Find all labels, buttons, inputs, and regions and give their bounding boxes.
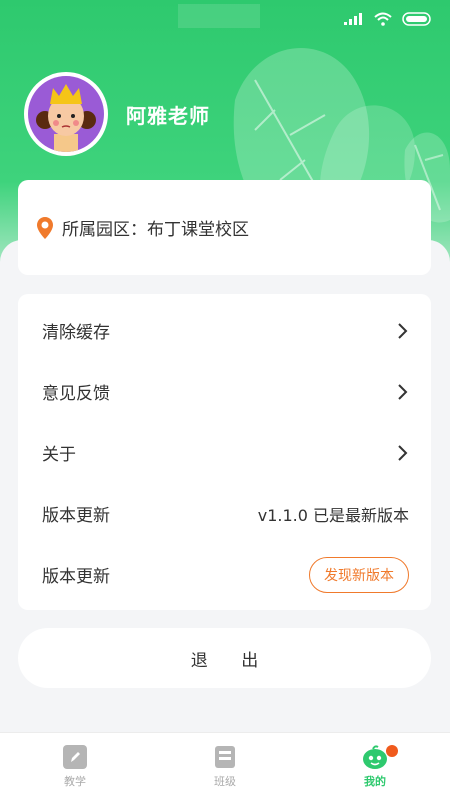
tab-label: 我的 — [364, 774, 386, 788]
menu-item-label: 关于 — [42, 445, 76, 465]
status-bar — [344, 8, 432, 30]
location-pin-icon — [37, 216, 53, 239]
pencil-icon — [63, 744, 87, 769]
bottom-tab-bar: 教学 班级 我的 — [0, 732, 450, 800]
menu-item-clear-cache[interactable]: 清除缓存 — [18, 300, 431, 361]
menu-item-version: 版本更新 v1.1.0 已是最新版本 — [18, 483, 431, 544]
menu-item-label: 版本更新 — [42, 506, 110, 526]
signal-icon — [344, 13, 362, 25]
battery-icon — [402, 12, 431, 26]
menu-item-version-update: 版本更新 发现新版本 — [18, 544, 431, 605]
tab-label: 教学 — [64, 774, 86, 788]
menu-item-label: 意见反馈 — [42, 384, 110, 404]
teacher-name: 阿雅老师 — [126, 104, 210, 128]
version-status: v1.1.0 已是最新版本 — [257, 505, 409, 525]
mine-icon — [363, 744, 387, 769]
tab-teaching[interactable]: 教学 — [0, 733, 150, 800]
chevron-right-icon — [398, 383, 408, 400]
notification-badge — [386, 745, 398, 757]
menu-item-label: 版本更新 — [42, 567, 110, 587]
tab-label: 班级 — [214, 774, 236, 788]
cartoon-girl-avatar-icon — [28, 76, 104, 152]
settings-menu: 清除缓存 意见反馈 关于 版本更新 v1.1.0 已是最新版本 版本更新 发现新… — [18, 294, 431, 610]
wifi-icon — [374, 12, 392, 26]
chevron-right-icon — [398, 444, 408, 461]
avatar[interactable] — [24, 72, 108, 156]
menu-item-about[interactable]: 关于 — [18, 422, 431, 483]
menu-item-feedback[interactable]: 意见反馈 — [18, 361, 431, 422]
chevron-right-icon — [398, 322, 408, 339]
tab-mine[interactable]: 我的 — [300, 733, 450, 800]
menu-item-label: 清除缓存 — [42, 323, 110, 343]
campus-card: 所属园区：布丁课堂校区 — [18, 180, 431, 275]
new-version-button[interactable]: 发现新版本 — [309, 556, 409, 593]
class-icon — [215, 745, 235, 768]
campus-label: 所属园区：布丁课堂校区 — [62, 220, 249, 240]
tab-class[interactable]: 班级 — [150, 733, 300, 800]
logout-button[interactable]: 退 出 — [18, 628, 431, 688]
